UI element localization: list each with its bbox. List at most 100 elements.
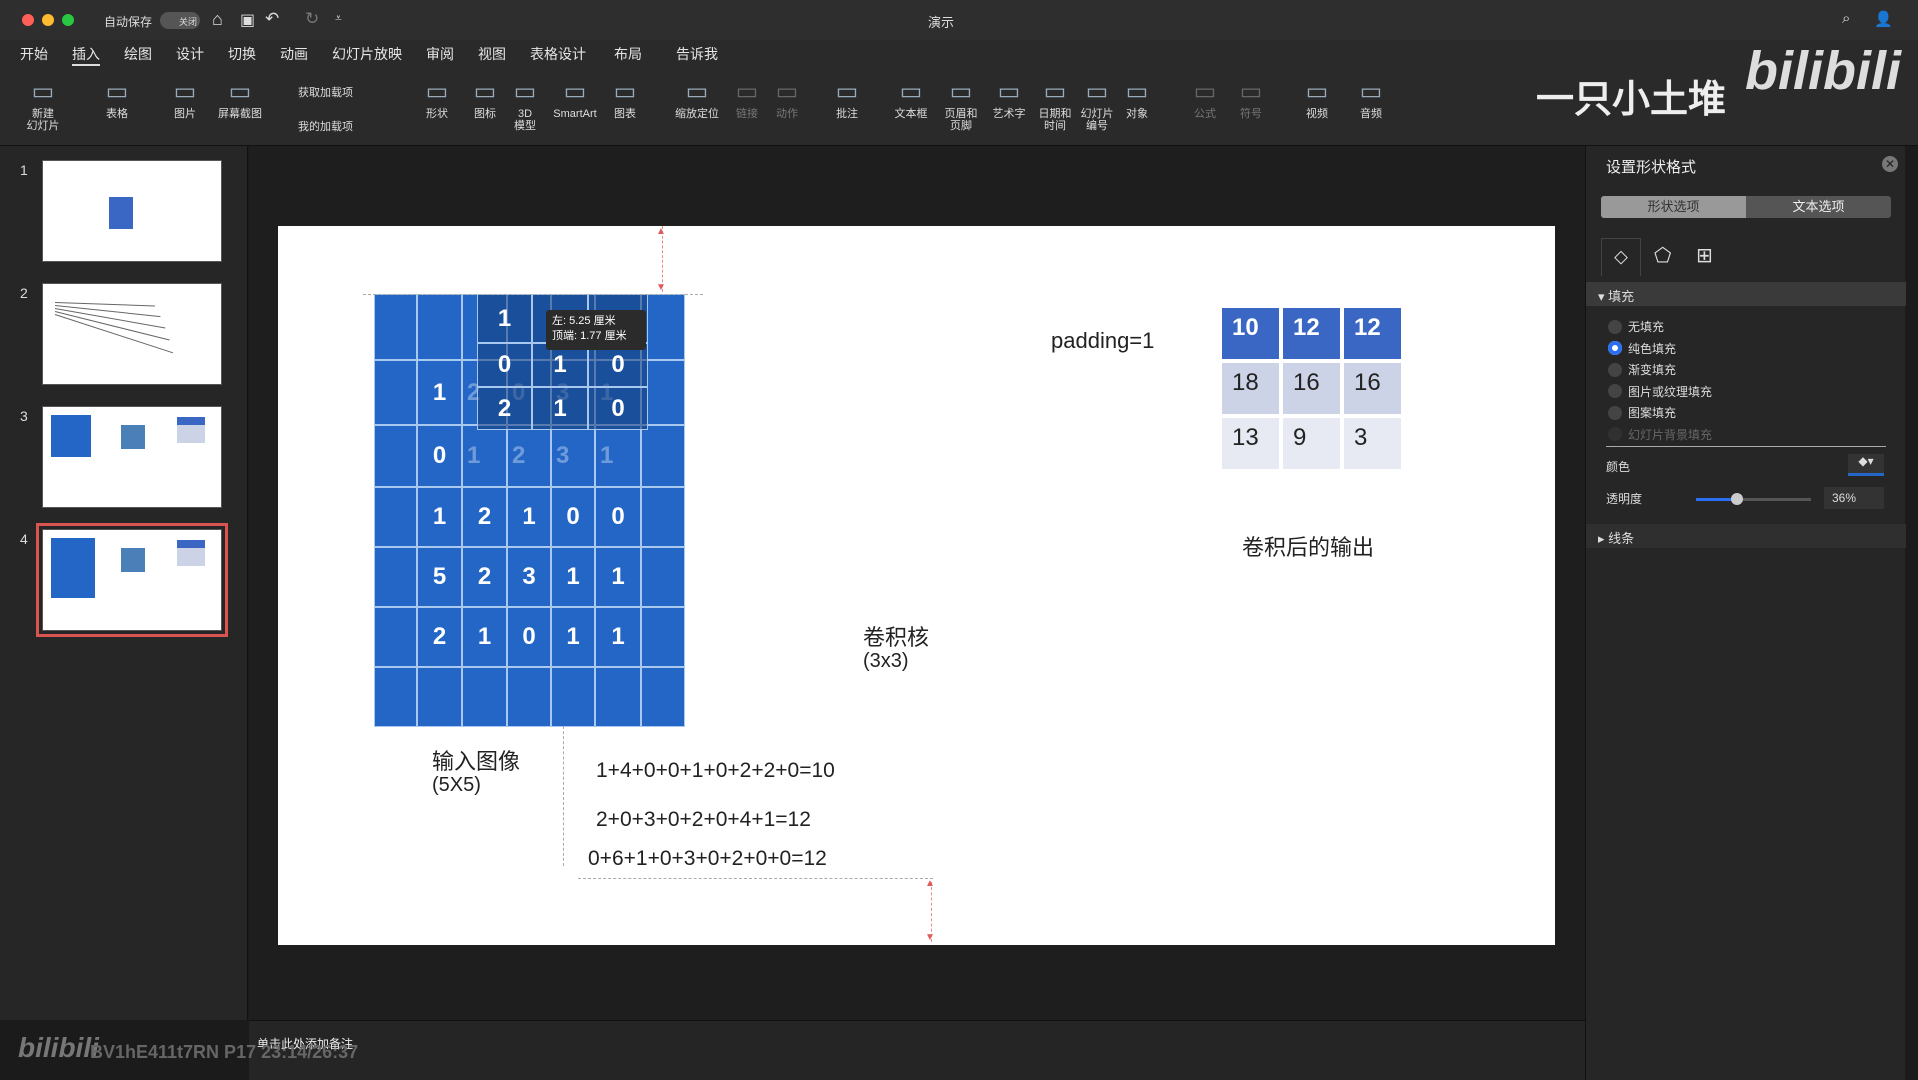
grid-cell[interactable]: [641, 547, 685, 607]
grid-cell[interactable]: [641, 425, 685, 487]
grid-cell[interactable]: 1: [595, 547, 641, 607]
slide-4[interactable]: 12031012311210052311210111010210 左: 5.25…: [278, 226, 1555, 945]
action-button[interactable]: ▭ 动作: [762, 76, 812, 120]
transparency-slider[interactable]: [1696, 493, 1811, 505]
tab-1[interactable]: 插入: [72, 40, 100, 66]
grid-cell[interactable]: 1: [417, 360, 462, 425]
undo-icon[interactable]: ↶: [265, 9, 279, 29]
grid-cell[interactable]: 0: [551, 487, 595, 547]
tab-7[interactable]: 审阅: [426, 40, 454, 64]
tab-10[interactable]: 布局: [614, 40, 642, 64]
smartart-button[interactable]: ▭ SmartArt: [550, 76, 600, 120]
kernel-cell[interactable]: 0: [477, 343, 532, 387]
tab-4[interactable]: 切换: [228, 40, 256, 64]
grid-cell[interactable]: 1: [462, 425, 507, 487]
audio-button[interactable]: ▭ 音频: [1346, 76, 1396, 120]
grid-cell[interactable]: 1: [551, 607, 595, 667]
shapes-button[interactable]: ▭ 形状: [412, 76, 462, 120]
grid-cell[interactable]: 1: [595, 607, 641, 667]
grid-cell[interactable]: [374, 667, 417, 727]
effects-pentagon-icon[interactable]: ⬠: [1654, 238, 1671, 274]
grid-cell[interactable]: [641, 667, 685, 727]
grid-cell[interactable]: 3: [551, 425, 595, 487]
chart-button[interactable]: ▭ 图表: [600, 76, 650, 120]
tab-8[interactable]: 视图: [478, 40, 506, 64]
table-button[interactable]: ▭ 表格: [92, 76, 142, 120]
slide-thumbnail-2[interactable]: [42, 283, 222, 385]
wordart-button[interactable]: ▭ 艺术字: [984, 76, 1034, 120]
grid-cell[interactable]: 1: [507, 487, 551, 547]
radio-button[interactable]: [1608, 319, 1622, 334]
close-icon[interactable]: ✕: [1882, 156, 1898, 172]
output-cell[interactable]: 12: [1342, 306, 1403, 361]
grid-cell[interactable]: [462, 667, 507, 727]
radio-button[interactable]: [1608, 362, 1622, 377]
symbol-button[interactable]: ▭ 符号: [1226, 76, 1276, 120]
video-button[interactable]: ▭ 视频: [1292, 76, 1342, 120]
grid-cell[interactable]: 0: [595, 487, 641, 547]
kernel-cell[interactable]: 2: [477, 387, 532, 430]
fill-option-2[interactable]: 渐变填充: [1608, 359, 1676, 380]
tab-0[interactable]: 开始: [20, 40, 48, 64]
kernel-cell[interactable]: 0: [588, 387, 648, 430]
comment-button[interactable]: ▭ 批注: [822, 76, 872, 120]
grid-cell[interactable]: [507, 667, 551, 727]
radio-button[interactable]: [1608, 384, 1622, 398]
slide-thumbnail-1[interactable]: [42, 160, 222, 262]
grid-cell[interactable]: 2: [507, 425, 551, 487]
radio-button[interactable]: [1608, 341, 1622, 355]
account-icon[interactable]: 👤: [1874, 10, 1893, 28]
output-cell[interactable]: 9: [1281, 416, 1342, 471]
kernel-cell[interactable]: 1: [532, 387, 588, 430]
output-cell[interactable]: 3: [1342, 416, 1403, 471]
grid-cell[interactable]: 0: [507, 607, 551, 667]
tab-11[interactable]: 告诉我: [676, 40, 718, 64]
fill-section-header[interactable]: ▾ 填充: [1586, 282, 1906, 306]
line-section-header[interactable]: ▸ 线条: [1586, 524, 1906, 548]
grid-cell[interactable]: 3: [507, 547, 551, 607]
grid-cell[interactable]: 1: [462, 607, 507, 667]
output-cell[interactable]: 10: [1220, 306, 1281, 361]
grid-cell[interactable]: [374, 547, 417, 607]
grid-cell[interactable]: 2: [417, 607, 462, 667]
tab-shape-options[interactable]: 形状选项: [1601, 196, 1746, 218]
grid-cell[interactable]: 1: [417, 487, 462, 547]
grid-cell[interactable]: 1: [595, 425, 641, 487]
redo-icon[interactable]: ↻: [305, 9, 319, 29]
home-icon[interactable]: ⌂: [212, 9, 223, 30]
fill-option-4[interactable]: 图案填充: [1608, 402, 1676, 423]
grid-cell[interactable]: [417, 667, 462, 727]
object-button[interactable]: ▭ 对象: [1112, 76, 1162, 120]
grid-cell[interactable]: [641, 607, 685, 667]
my-addins-button[interactable]: 我的加载项: [298, 118, 353, 134]
tab-text-options[interactable]: 文本选项: [1746, 196, 1891, 218]
header-footer-button[interactable]: ▭ 页眉和 页脚: [936, 76, 986, 132]
textbox-button[interactable]: ▭ 文本框: [886, 76, 936, 120]
fill-option-0[interactable]: 无填充: [1608, 316, 1664, 337]
grid-cell[interactable]: [374, 294, 417, 360]
output-cell[interactable]: 18: [1220, 361, 1281, 416]
document-title[interactable]: 演示: [928, 12, 954, 31]
output-cell[interactable]: 13: [1220, 416, 1281, 471]
grid-cell[interactable]: [374, 487, 417, 547]
close-window-button[interactable]: [22, 14, 34, 26]
fill-line-icon[interactable]: ⬦: [1601, 238, 1641, 276]
equation-button[interactable]: ▭ 公式: [1180, 76, 1230, 120]
size-properties-icon[interactable]: ⊞: [1696, 238, 1713, 274]
fill-option-1[interactable]: 纯色填充: [1608, 338, 1676, 359]
customize-toolbar-icon[interactable]: ⩡: [335, 11, 342, 26]
grid-cell[interactable]: [374, 360, 417, 425]
zoom-button[interactable]: ▭ 缩放定位: [672, 76, 722, 120]
slide-thumbnail-3[interactable]: [42, 406, 222, 508]
tab-2[interactable]: 绘图: [124, 40, 152, 64]
slide-thumbnail-4[interactable]: [36, 523, 228, 637]
slider-thumb[interactable]: [1731, 493, 1744, 505]
search-icon[interactable]: ⌕: [1842, 10, 1850, 27]
grid-cell[interactable]: [641, 487, 685, 547]
grid-cell[interactable]: 2: [462, 487, 507, 547]
fill-option-5[interactable]: 幻灯片背景填充: [1608, 424, 1712, 445]
grid-cell[interactable]: 2: [462, 547, 507, 607]
output-cell[interactable]: 12: [1281, 306, 1342, 361]
grid-cell[interactable]: [551, 667, 595, 727]
output-cell[interactable]: 16: [1281, 361, 1342, 416]
